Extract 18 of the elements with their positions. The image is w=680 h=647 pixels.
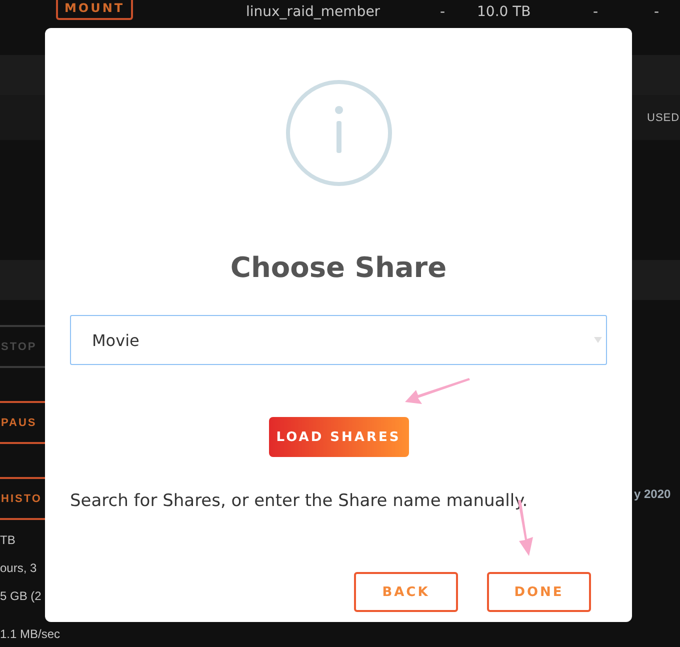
dialog-title: Choose Share bbox=[230, 251, 447, 285]
table-cell-text: - bbox=[593, 4, 600, 20]
table-cell-text: - bbox=[654, 4, 660, 20]
info-text: TB bbox=[0, 532, 16, 548]
hint-text: Search for Shares, or enter the Share name manually. bbox=[70, 491, 528, 511]
info-icon bbox=[284, 79, 392, 187]
info-text: 1.1 MB/sec bbox=[0, 626, 60, 642]
table-cell-text: 10.0 TB bbox=[477, 4, 532, 20]
caret-icon bbox=[594, 337, 602, 343]
info-text: 5 GB (2 bbox=[0, 588, 42, 604]
date-text: y 2020 bbox=[634, 487, 671, 503]
load-shares-button[interactable]: LOAD SHARES bbox=[268, 417, 408, 457]
column-header: USED bbox=[647, 112, 680, 124]
info-text: ours, 3 bbox=[0, 560, 37, 576]
table-cell-text: - bbox=[440, 4, 446, 20]
share-select[interactable]: Movie bbox=[70, 315, 607, 365]
mount-button[interactable]: MOUNT bbox=[56, 0, 133, 20]
table-cell-text: linux_raid_member bbox=[246, 4, 382, 20]
